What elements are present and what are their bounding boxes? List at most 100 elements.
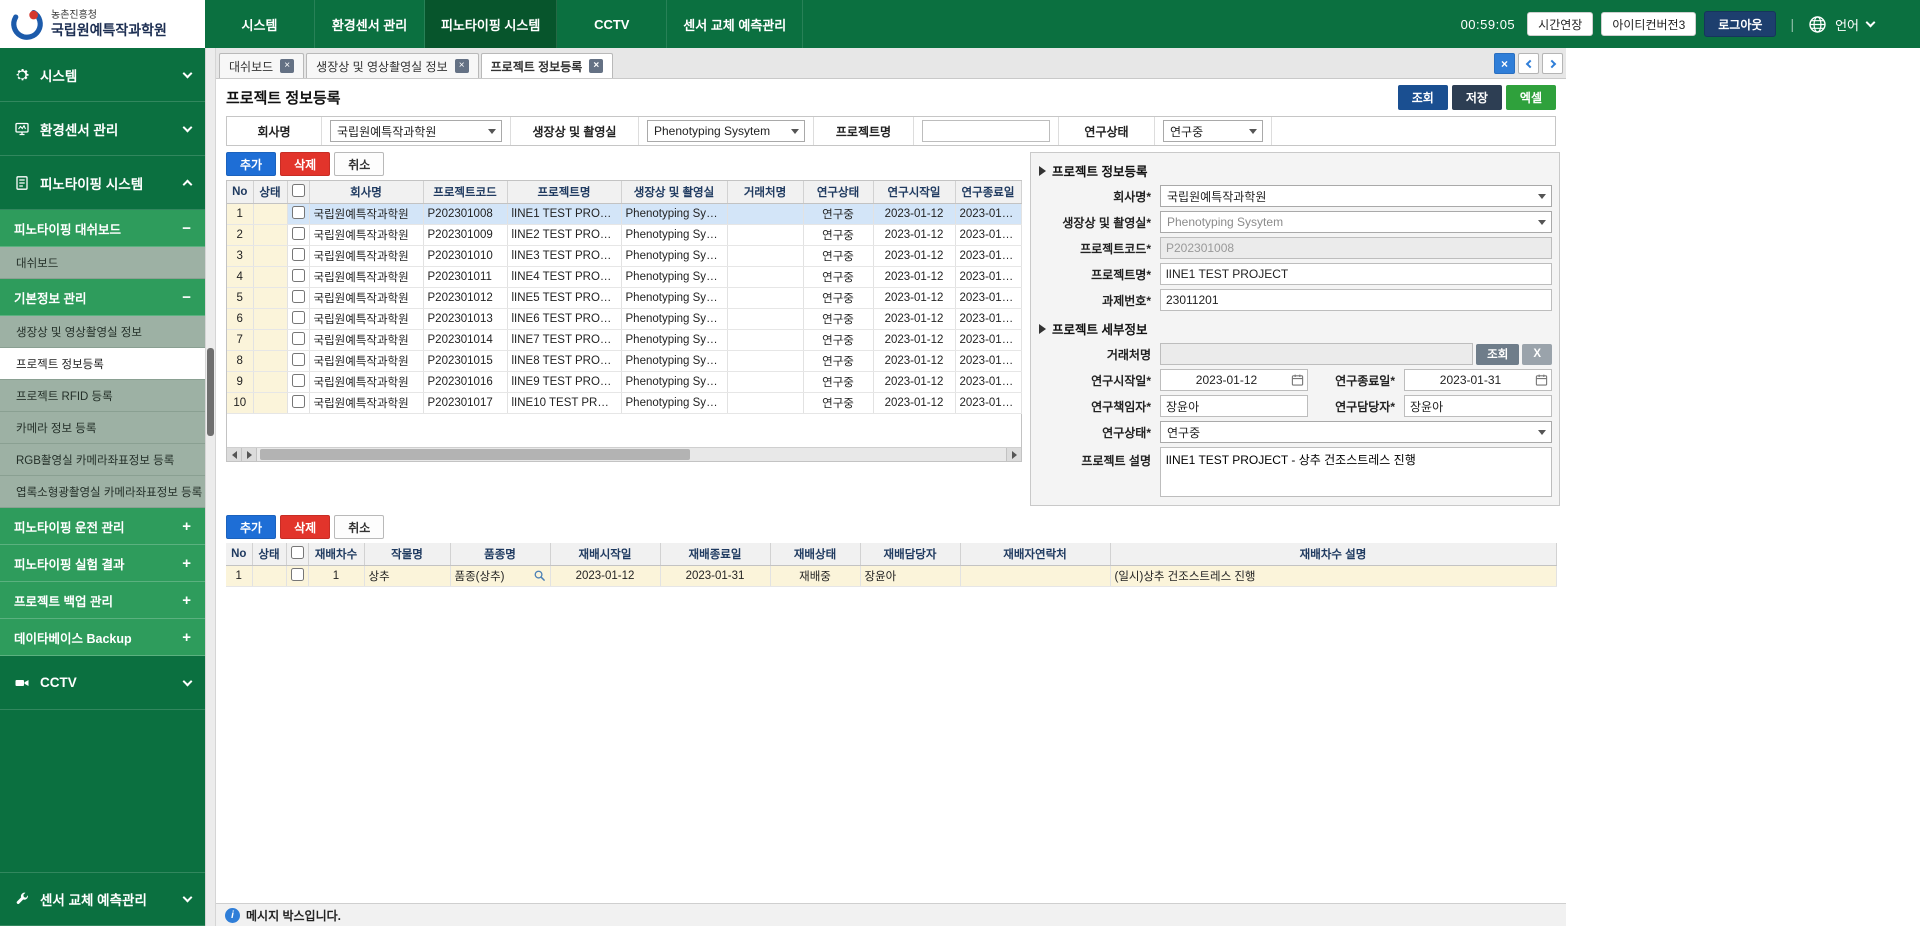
row-checkbox[interactable] bbox=[291, 568, 304, 581]
extend-time-button[interactable]: 시간연장 bbox=[1527, 12, 1593, 36]
version-button[interactable]: 아이티컨버전3 bbox=[1601, 12, 1696, 36]
sidebar-item-system[interactable]: 시스템 bbox=[0, 48, 205, 102]
research-status-select[interactable]: 연구중 bbox=[1160, 421, 1552, 443]
project-row-8[interactable]: 8국립원예특작과학원P202301015lINE8 TEST PROJECTPh… bbox=[227, 350, 1021, 371]
search-magnifier-icon[interactable] bbox=[533, 569, 546, 582]
sidebar-item-env-sensor[interactable]: 환경센서 관리 bbox=[0, 102, 205, 156]
sidebar-item-sensor-replace[interactable]: 센서 교체 예측관리 bbox=[0, 872, 205, 926]
row-checkbox[interactable] bbox=[292, 353, 305, 366]
close-tab-icon[interactable]: × bbox=[455, 59, 469, 73]
sidebar-section-operation-mgmt[interactable]: 피노타이핑 운전 관리+ bbox=[0, 508, 205, 545]
project-add-button[interactable]: 추가 bbox=[226, 152, 276, 176]
company-select[interactable]: 국립원예특작과학원 bbox=[1160, 185, 1552, 207]
close-tab-icon[interactable]: × bbox=[280, 59, 294, 73]
project-row-6[interactable]: 6국립원예특작과학원P202301013lINE6 TEST PROJECTPh… bbox=[227, 308, 1021, 329]
project-row-4[interactable]: 4국립원예특작과학원P202301011lINE4 TEST PROJECTPh… bbox=[227, 266, 1021, 287]
logout-button[interactable]: 로그아웃 bbox=[1704, 11, 1776, 37]
logo[interactable]: 농촌진흥청 국립원예특작과학원 bbox=[0, 0, 205, 48]
globe-icon[interactable] bbox=[1808, 15, 1827, 34]
row-checkbox[interactable] bbox=[292, 206, 305, 219]
scroll-right-button[interactable] bbox=[242, 448, 257, 461]
project-name-input[interactable] bbox=[1160, 263, 1552, 285]
horizontal-scrollbar[interactable] bbox=[227, 447, 1021, 461]
project-row-5[interactable]: 5국립원예특작과학원P202301012lINE5 TEST PROJECTPh… bbox=[227, 287, 1021, 308]
sidebar-section-project-backup[interactable]: 프로젝트 백업 관리+ bbox=[0, 582, 205, 619]
top-menu-phenotyping[interactable]: 피노타이핑 시스템 bbox=[425, 0, 557, 48]
sidebar-item-cctv[interactable]: CCTV bbox=[0, 656, 205, 710]
sidebar-item-dashboard[interactable]: 대쉬보드 bbox=[0, 247, 205, 279]
calendar-icon[interactable] bbox=[1291, 374, 1304, 387]
crop-delete-button[interactable]: 삭제 bbox=[280, 515, 330, 539]
sidebar-item-project-info[interactable]: 프로젝트 정보등록 bbox=[0, 348, 205, 380]
project-row-3[interactable]: 3국립원예특작과학원P202301010lINE3 TEST PROJECTPh… bbox=[227, 245, 1021, 266]
sidebar-item-rgb-camera-coord[interactable]: RGB촬영실 카메라좌표정보 등록 bbox=[0, 444, 205, 476]
sidebar-section-label: 프로젝트 백업 관리 bbox=[14, 591, 182, 610]
top-menu-sensor-replace[interactable]: 센서 교체 예측관리 bbox=[667, 0, 803, 48]
scroll-left-button[interactable] bbox=[227, 448, 242, 461]
close-all-tabs-button[interactable]: × bbox=[1494, 53, 1515, 74]
top-menu-system[interactable]: 시스템 bbox=[205, 0, 315, 48]
crop-add-button[interactable]: 추가 bbox=[226, 515, 276, 539]
row-checkbox[interactable] bbox=[292, 374, 305, 387]
row-checkbox[interactable] bbox=[292, 332, 305, 345]
project-delete-button[interactable]: 삭제 bbox=[280, 152, 330, 176]
research-leader-input[interactable] bbox=[1160, 395, 1308, 417]
filter-select-room[interactable]: Phenotyping Sysytem bbox=[647, 120, 805, 142]
row-checkbox[interactable] bbox=[292, 395, 305, 408]
project-row-9[interactable]: 9국립원예특작과학원P202301016lINE9 TEST PROJECTPh… bbox=[227, 371, 1021, 392]
project-row-10[interactable]: 10국립원예특작과학원P202301017lINE10 TEST PROJECT… bbox=[227, 392, 1021, 413]
project-select-all-checkbox[interactable] bbox=[292, 184, 305, 197]
project-cancel-button[interactable]: 취소 bbox=[334, 152, 384, 176]
task-number-input[interactable] bbox=[1160, 289, 1552, 311]
sidebar-item-project-rfid[interactable]: 프로젝트 RFID 등록 bbox=[0, 380, 205, 412]
tab-growth-room-info[interactable]: 생장상 및 영상촬영실 정보× bbox=[306, 53, 478, 78]
client-search-button[interactable]: 조회 bbox=[1476, 344, 1519, 365]
tab-dashboard[interactable]: 대쉬보드× bbox=[219, 53, 304, 78]
row-checkbox[interactable] bbox=[292, 311, 305, 324]
sidebar-item-camera-info[interactable]: 카메라 정보 등록 bbox=[0, 412, 205, 444]
client-clear-button[interactable]: X bbox=[1522, 344, 1552, 365]
sidebar-section-basic-info[interactable]: 기본정보 관리− bbox=[0, 279, 205, 316]
sidebar-item-phenotyping-system[interactable]: 피노타이핑 시스템 bbox=[0, 156, 205, 210]
language-chevron-down-icon[interactable] bbox=[1866, 18, 1876, 28]
filter-input-project-name[interactable] bbox=[922, 120, 1050, 142]
project-row-1[interactable]: 1국립원예특작과학원P202301008lINE1 TEST PROJECTPh… bbox=[227, 203, 1021, 224]
top-menu-cctv[interactable]: CCTV bbox=[557, 0, 667, 48]
sidebar-item-chlorophyll-camera-coord[interactable]: 엽록소형광촬영실 카메라좌표정보 등록 bbox=[0, 476, 205, 508]
calendar-icon[interactable] bbox=[1535, 374, 1548, 387]
row-checkbox[interactable] bbox=[292, 269, 305, 282]
research-start-date-input[interactable] bbox=[1160, 369, 1308, 391]
crop-cancel-button[interactable]: 취소 bbox=[334, 515, 384, 539]
filter-select-company[interactable]: 국립원예특작과학원 bbox=[330, 120, 502, 142]
sidebar-section-experiment-result[interactable]: 피노타이핑 실험 결과+ bbox=[0, 545, 205, 582]
horizontal-scrollbar-thumb[interactable] bbox=[260, 449, 690, 460]
tab-project-info[interactable]: 프로젝트 정보등록× bbox=[481, 53, 614, 78]
scroll-right-end-button[interactable] bbox=[1006, 448, 1021, 461]
sidebar-item-growth-room-info[interactable]: 생장상 및 영상촬영실 정보 bbox=[0, 316, 205, 348]
language-label[interactable]: 언어 bbox=[1835, 15, 1859, 34]
vertical-scrollbar[interactable] bbox=[205, 48, 216, 926]
prev-tab-button[interactable] bbox=[1518, 53, 1539, 74]
row-checkbox[interactable] bbox=[292, 248, 305, 261]
project-row-2[interactable]: 2국립원예특작과학원P202301009lINE2 TEST PROJECTPh… bbox=[227, 224, 1021, 245]
project-description-textarea[interactable]: lINE1 TEST PROJECT - 상추 건조스트레스 진행 bbox=[1160, 447, 1552, 497]
research-manager-input[interactable] bbox=[1404, 395, 1552, 417]
row-checkbox[interactable] bbox=[292, 290, 305, 303]
vertical-scrollbar-thumb[interactable] bbox=[207, 348, 214, 436]
crop-row-1[interactable]: 11상추품종(상추)2023-01-122023-01-31재배중장윤아(일시)… bbox=[226, 565, 1556, 586]
close-tab-icon[interactable]: × bbox=[589, 59, 603, 73]
research-end-date-input[interactable] bbox=[1404, 369, 1552, 391]
crop-select-all-checkbox[interactable] bbox=[291, 546, 304, 559]
excel-button[interactable]: 엑셀 bbox=[1506, 85, 1556, 110]
sidebar-section-database-backup[interactable]: 데이타베이스 Backup+ bbox=[0, 619, 205, 656]
filter-select-research-status[interactable]: 연구중 bbox=[1163, 120, 1263, 142]
next-tab-button[interactable] bbox=[1542, 53, 1563, 74]
sidebar-section-phenotyping-dashboard[interactable]: 피노타이핑 대쉬보드− bbox=[0, 210, 205, 247]
save-button[interactable]: 저장 bbox=[1452, 85, 1502, 110]
search-button[interactable]: 조회 bbox=[1398, 85, 1448, 110]
top-menu-env-sensor[interactable]: 환경센서 관리 bbox=[315, 0, 425, 48]
project-row-7[interactable]: 7국립원예특작과학원P202301014lINE7 TEST PROJECTPh… bbox=[227, 329, 1021, 350]
room-select[interactable]: Phenotyping Sysytem bbox=[1160, 211, 1552, 233]
client-field-label: 거래처명 bbox=[1038, 346, 1156, 363]
row-checkbox[interactable] bbox=[292, 227, 305, 240]
